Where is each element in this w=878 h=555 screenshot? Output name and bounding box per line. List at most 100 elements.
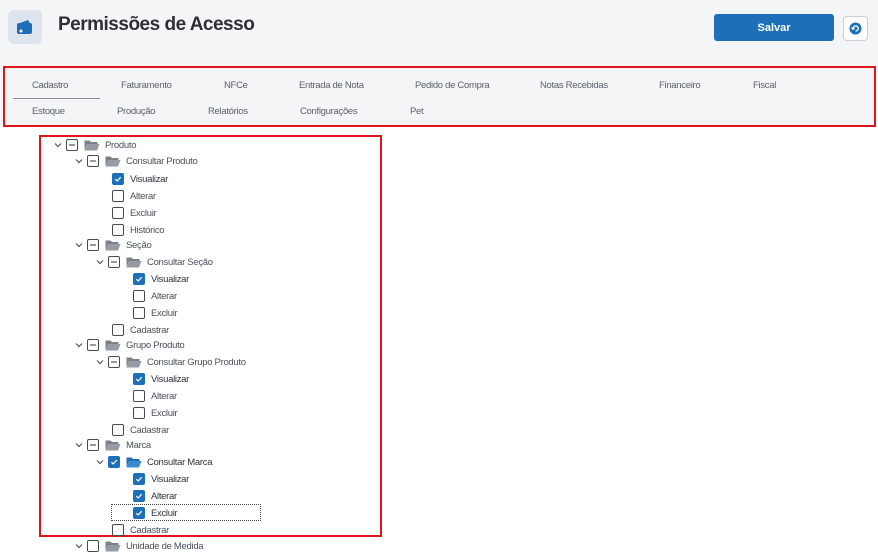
tab-notas-recebidas[interactable]: Notas Recebidas [540, 80, 608, 91]
node-label: Cadastrar [130, 324, 170, 336]
tab-estoque[interactable]: Estoque [32, 106, 65, 117]
tree-leaf-secao-excluir[interactable]: Excluir [133, 305, 178, 321]
tree-leaf-grupo-visualizar[interactable]: Visualizar [133, 371, 189, 387]
checkbox-unidade-de-medida[interactable] [87, 540, 99, 552]
tab-nfce[interactable]: NFCe [224, 80, 248, 91]
node-label: Marca [126, 439, 151, 451]
node-label: Consultar Grupo Produto [147, 356, 246, 368]
checkbox[interactable] [112, 324, 124, 336]
checkbox-checked[interactable] [133, 273, 145, 285]
tree-leaf-produto-historico[interactable]: Histórico [112, 222, 165, 238]
node-label: Consultar Seção [147, 256, 213, 268]
tab-financeiro[interactable]: Financeiro [659, 80, 701, 91]
folder-open-icon [126, 456, 142, 468]
tree-node-secao[interactable]: Seção [74, 237, 152, 253]
chevron-down-icon[interactable] [74, 240, 84, 250]
checkbox-checked[interactable] [133, 490, 145, 502]
checkbox-checked[interactable] [133, 473, 145, 485]
folder-open-icon [126, 356, 142, 368]
checkbox[interactable] [112, 524, 124, 536]
tab-faturamento[interactable]: Faturamento [121, 80, 172, 91]
chevron-down-icon[interactable] [74, 440, 84, 450]
tree-leaf-secao-alterar[interactable]: Alterar [133, 288, 177, 304]
folder-open-icon [84, 139, 100, 151]
chevron-down-icon[interactable] [53, 140, 63, 150]
checkbox-checked[interactable] [108, 456, 120, 468]
tree-leaf-marca-visualizar[interactable]: Visualizar [133, 471, 189, 487]
app-logo-icon [8, 10, 42, 44]
node-label: Alterar [130, 190, 156, 202]
chevron-down-icon[interactable] [74, 340, 84, 350]
tree-leaf-produto-alterar[interactable]: Alterar [112, 188, 156, 204]
permission-tree-highlight [39, 135, 382, 537]
save-button[interactable]: Salvar [714, 14, 834, 41]
node-label: Excluir [151, 407, 178, 419]
undo-button[interactable] [843, 16, 868, 41]
folder-open-icon [105, 339, 121, 351]
node-label: Consultar Produto [126, 155, 198, 167]
node-label: Alterar [151, 290, 177, 302]
node-label: Histórico [130, 224, 165, 236]
checkbox-consultar-grupo-produto[interactable] [108, 356, 120, 368]
tree-leaf-produto-visualizar[interactable]: Visualizar [112, 171, 168, 187]
chevron-down-icon[interactable] [95, 457, 105, 467]
tab-pet[interactable]: Pet [410, 106, 424, 117]
tab-producao[interactable]: Produção [117, 106, 156, 117]
tab-entrada-de-nota[interactable]: Entrada de Nota [299, 80, 364, 91]
checkbox[interactable] [133, 290, 145, 302]
tab-configuracoes[interactable]: Configurações [300, 106, 358, 117]
tree-node-consultar-secao[interactable]: Consultar Seção [95, 254, 213, 270]
tree-leaf-produto-excluir[interactable]: Excluir [112, 205, 157, 221]
checkbox[interactable] [133, 407, 145, 419]
tree-leaf-marca-cadastrar[interactable]: Cadastrar [112, 522, 169, 538]
checkbox-secao[interactable] [87, 239, 99, 251]
node-label: Alterar [151, 390, 177, 402]
undo-icon [849, 22, 862, 35]
folder-open-icon [105, 439, 121, 451]
checkbox-checked[interactable] [112, 173, 124, 185]
permission-tabs: Cadastro Faturamento NFCe Entrada de Not… [3, 66, 876, 127]
tree-node-consultar-produto[interactable]: Consultar Produto [74, 153, 198, 169]
tab-fiscal[interactable]: Fiscal [753, 80, 776, 91]
checkbox-consultar-produto[interactable] [87, 155, 99, 167]
checkbox[interactable] [112, 207, 124, 219]
tree-leaf-grupo-excluir[interactable]: Excluir [133, 405, 178, 421]
tree-node-consultar-marca[interactable]: Consultar Marca [95, 454, 213, 470]
node-label: Consultar Marca [147, 456, 213, 468]
checkbox-checked[interactable] [133, 507, 145, 519]
tree-leaf-secao-cadastrar[interactable]: Cadastrar [112, 322, 169, 338]
tree-leaf-secao-visualizar[interactable]: Visualizar [133, 271, 189, 287]
chevron-down-icon[interactable] [95, 357, 105, 367]
tree-node-produto[interactable]: Produto [53, 137, 136, 153]
checkbox-produto[interactable] [66, 139, 78, 151]
node-label: Excluir [130, 207, 157, 219]
tree-node-grupo-produto[interactable]: Grupo Produto [74, 337, 185, 353]
tree-node-consultar-grupo-produto[interactable]: Consultar Grupo Produto [95, 354, 246, 370]
checkbox[interactable] [112, 224, 124, 236]
tab-relatorios[interactable]: Relatórios [208, 106, 248, 117]
checkbox-marca[interactable] [87, 439, 99, 451]
tree-node-marca[interactable]: Marca [74, 437, 151, 453]
tree-leaf-grupo-cadastrar[interactable]: Cadastrar [112, 422, 169, 438]
checkbox-consultar-secao[interactable] [108, 256, 120, 268]
checkbox[interactable] [133, 307, 145, 319]
chevron-down-icon[interactable] [95, 257, 105, 267]
tree-leaf-marca-alterar[interactable]: Alterar [133, 488, 177, 504]
node-label: Excluir [151, 307, 178, 319]
tab-cadastro[interactable]: Cadastro [32, 80, 68, 91]
active-tab-indicator [13, 98, 100, 99]
node-label: Produto [105, 139, 137, 151]
node-label: Excluir [151, 507, 178, 519]
node-label: Grupo Produto [126, 339, 185, 351]
checkbox-grupo-produto[interactable] [87, 339, 99, 351]
tree-node-unidade-de-medida[interactable]: Unidade de Medida [74, 538, 204, 554]
checkbox-checked[interactable] [133, 373, 145, 385]
checkbox[interactable] [112, 190, 124, 202]
chevron-down-icon[interactable] [74, 156, 84, 166]
tab-pedido-de-compra[interactable]: Pedido de Compra [415, 80, 490, 91]
tree-leaf-marca-excluir[interactable]: Excluir [133, 505, 178, 521]
checkbox[interactable] [133, 390, 145, 402]
tree-leaf-grupo-alterar[interactable]: Alterar [133, 388, 177, 404]
chevron-down-icon[interactable] [74, 541, 84, 551]
checkbox[interactable] [112, 424, 124, 436]
